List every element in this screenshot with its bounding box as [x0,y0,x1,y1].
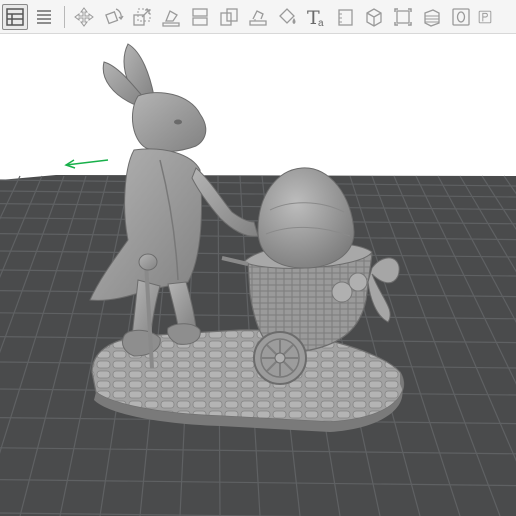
bunny-head [131,92,207,153]
layers-list-button[interactable] [31,4,57,30]
text-tool-icon: T a [307,7,324,28]
view-cube-icon [366,7,382,27]
scene-canvas [0,43,516,516]
paint-bucket-button[interactable] [274,4,300,30]
slice-layers-button[interactable] [419,4,445,30]
text-tool-sub: a [318,18,324,28]
scale-button[interactable] [129,4,155,30]
bounding-box-icon [394,7,412,26]
main-toolbar: T a [0,0,516,34]
move-icon [74,6,94,27]
objects-panel-button[interactable] [2,3,28,30]
measure-button[interactable] [332,4,358,30]
layers-list-icon [37,9,51,24]
preview-button[interactable] [477,4,493,30]
measure-icon [338,8,353,26]
rotate-button[interactable] [100,4,126,30]
scale-icon [133,8,151,26]
support-button[interactable] [245,4,271,30]
3d-viewport[interactable] [0,35,516,516]
lay-flat-button[interactable] [158,4,184,30]
support-icon [249,9,267,26]
view-cube-button[interactable] [361,4,387,30]
bounding-box-button[interactable] [390,4,416,30]
flower-decoration [348,272,368,292]
bunny-eye [174,119,182,125]
zero-icon [452,7,470,26]
objects-panel-icon [6,7,24,26]
cut-button[interactable] [187,4,213,30]
axis-indicator [64,159,109,169]
arrange-icon [220,7,238,26]
lay-flat-icon [162,9,180,27]
move-button[interactable] [71,4,97,30]
bunny-hand [138,253,158,271]
zero-button[interactable] [448,4,474,30]
cut-icon [192,7,208,26]
preview-icon [478,10,492,23]
arrange-button[interactable] [216,4,242,30]
text-tool-button[interactable]: T a [303,4,329,30]
paint-bucket-icon [279,7,296,24]
slice-layers-icon [424,8,440,27]
toolbar-divider [64,5,65,28]
rotate-icon [105,7,124,24]
